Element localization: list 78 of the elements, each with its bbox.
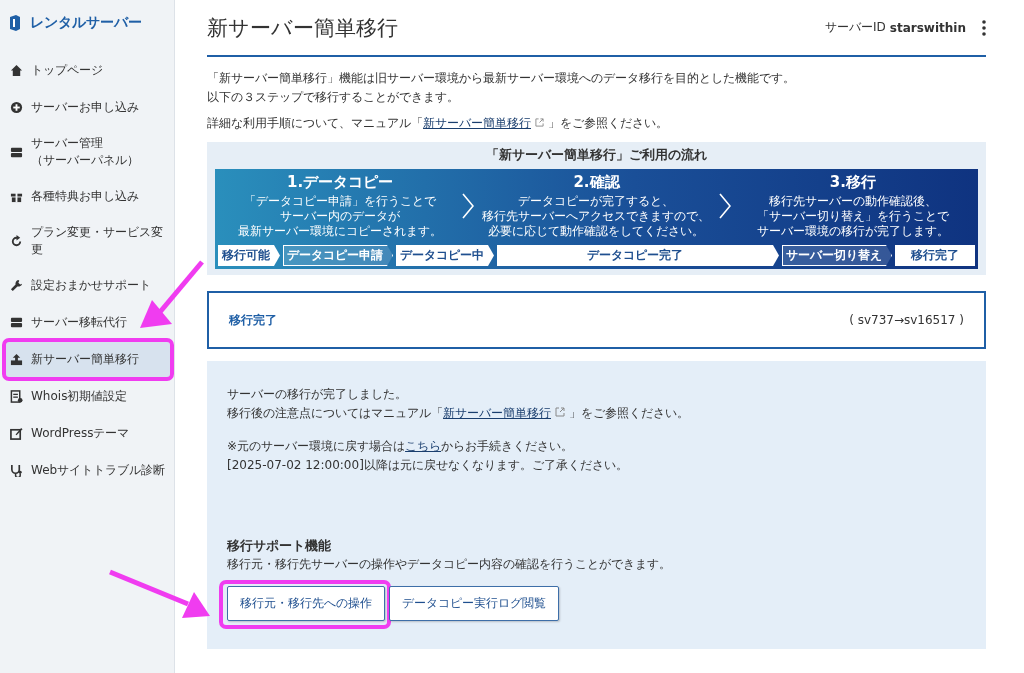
stage-label: 移行可能 (218, 245, 280, 266)
external-link-icon (535, 118, 544, 127)
step-text: 「サーバー切り替え」を行うことで (755, 209, 950, 224)
manual-note: 詳細な利用手順について、マニュアル「新サーバー簡単移行 」をご参照ください。 (207, 115, 669, 132)
support-text: 移行元・移行先サーバーの操作やデータコピー内容の確認を行うことができます。 (227, 556, 672, 573)
doc-icon (10, 390, 23, 403)
info-text: 移行後の注意点についてはマニュアル「新サーバー簡単移行 」をご参照ください。 (227, 405, 690, 422)
chevron-icon (462, 193, 475, 219)
wrench-icon (10, 279, 23, 292)
sidebar-item-label: Webサイトトラブル診断 (31, 462, 166, 479)
upload-icon (10, 353, 23, 366)
stage-label: 移行完了 (895, 245, 975, 266)
sidebar-item[interactable]: Whois初期値設定 (4, 378, 170, 415)
sidebar-item-label: トップページ (31, 62, 103, 79)
step-title: 2.確認 (572, 173, 621, 192)
sidebar-item-label: 新サーバー簡単移行 (31, 351, 139, 368)
refresh-icon (10, 234, 23, 248)
info-text: ※元のサーバー環境に戻す場合はこちらからお手続きください。 (227, 438, 575, 455)
stage-label: データコピー完了 (497, 245, 779, 266)
info-text: [2025-07-02 12:00:00]以降は元に戻せなくなります。ご了承ください。 (227, 457, 629, 474)
sidebar-item[interactable]: WordPressテーマ (4, 415, 170, 452)
sidebar-item[interactable]: トップページ (4, 52, 170, 89)
sidebar-item[interactable]: プラン変更・サービス変更 (4, 215, 170, 267)
revert-link[interactable]: こちら (405, 439, 442, 453)
step-text: データコピーが完了すると、 (517, 194, 676, 209)
sidebar-item-label: サーバー管理 (31, 135, 104, 152)
sidebar-item-label: WordPressテーマ (31, 425, 130, 442)
sidebar-item-label: プラン変更・サービス変更 (31, 224, 164, 258)
sidebar-item[interactable]: 設定おまかせサポート (4, 267, 170, 304)
step-text: 最新サーバー環境にコピーされます。 (237, 224, 444, 239)
stethoscope-icon (10, 464, 23, 477)
sidebar-item[interactable]: サーバーお申し込み (4, 89, 170, 126)
page-title: 新サーバー簡単移行 (207, 14, 398, 42)
sidebar-item-label: サーバーお申し込み (31, 99, 139, 116)
logo-text: レンタルサーバー (30, 14, 142, 32)
sidebar-item[interactable]: サーバー管理 （サーバーパネル） (4, 126, 170, 178)
sidebar-item[interactable]: 各種特典お申し込み (4, 178, 170, 215)
action-button[interactable]: データコピー実行ログ閲覧 (389, 586, 559, 621)
edit-icon (10, 427, 23, 440)
server-icon (10, 316, 23, 329)
manual-link[interactable]: 新サーバー簡単移行 (443, 406, 551, 420)
sidebar-item-sublabel: （サーバーパネル） (31, 152, 139, 169)
server-icon (10, 145, 23, 159)
plus-icon (10, 101, 23, 114)
step-text: 必要に応じて動作確認をしてください。 (487, 224, 706, 239)
step-text: 移行先サーバーへアクセスできますので、 (481, 209, 712, 224)
info-text: サーバーの移行が完了しました。 (227, 386, 408, 403)
step-text: 移行先サーバーの動作確認後、 (767, 194, 938, 209)
more-menu-icon[interactable] (982, 19, 986, 36)
flow-title: 「新サーバー簡単移行」ご利用の流れ (485, 147, 708, 164)
annotation-arrow (140, 260, 204, 328)
stage-label: データコピー中 (396, 245, 494, 266)
server-id: starswithin (889, 20, 966, 35)
step-title: 1.データコピー (286, 173, 395, 192)
manual-link[interactable]: 新サーバー簡単移行 (423, 116, 531, 130)
chevron-icon (718, 193, 731, 219)
sidebar-item-label: Whois初期値設定 (31, 388, 128, 405)
home-icon (10, 64, 23, 77)
action-button[interactable]: 移行元・移行先への操作 (227, 586, 385, 621)
step-title: 3.移行 (828, 173, 877, 192)
intro-text: 「新サーバー簡単移行」機能は旧サーバー環境から最新サーバー環境へのデータ移行を目的とした機能です。 以下の３ステップで移行することができます。 (207, 70, 796, 106)
sidebar-item-label: サーバー移転代行 (31, 314, 127, 331)
step-text: サーバー環境の移行が完了します。 (755, 224, 950, 239)
sidebar-item[interactable]: サーバー移転代行 (4, 304, 170, 341)
logo-icon (8, 15, 22, 31)
sidebar-item-label: 各種特典お申し込み (31, 188, 139, 205)
stage-label: データコピー申請 (283, 245, 393, 266)
stage-label: サーバー切り替え (782, 245, 892, 266)
server-migration: ( sv737→sv16517 ) (849, 313, 964, 327)
step-text: 「データコピー申請」を行うことで (243, 194, 438, 209)
external-link-icon (555, 407, 565, 417)
sidebar-item-label: 設定おまかせサポート (31, 277, 151, 294)
server-id-label: サーバーID (825, 19, 886, 36)
sidebar-item[interactable]: Webサイトトラブル診断 (4, 452, 170, 489)
gift-icon (10, 190, 23, 203)
status-label: 移行完了 (229, 311, 277, 329)
support-title: 移行サポート機能 (227, 537, 332, 555)
step-text: サーバー内のデータが (279, 209, 402, 224)
